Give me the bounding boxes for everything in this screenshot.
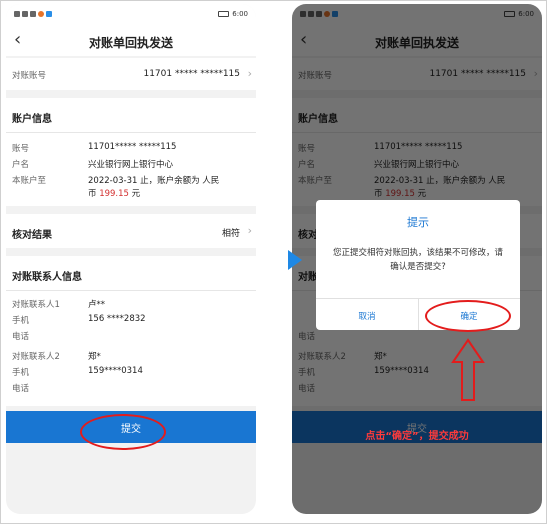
dialog-cancel-button[interactable]: 取消 (316, 310, 418, 322)
info-label-0: 账号 (12, 144, 30, 154)
contacts-title: 对账联系人信息 (12, 272, 82, 283)
instruction-caption: 点击“确定”，提交成功 (365, 431, 469, 442)
contact-value-1: 156 ****2832 (88, 314, 146, 324)
balance-amount: 199.15 (99, 189, 129, 199)
status-right-icons: 6:00 (218, 10, 248, 18)
contact-label-5: 电话 (12, 384, 30, 394)
page-title: 对账单回执发送 (88, 36, 173, 50)
status-bar: 6:00 (6, 4, 256, 26)
chevron-right-icon: › (247, 67, 252, 80)
info-label-1: 户名 (12, 160, 30, 170)
contact-value-0: 卢** (88, 300, 106, 310)
contacts-card: 对账联系人信息 对账联系人1 卢** 手机 156 ****2832 电话 对账… (6, 256, 256, 406)
check-result-label: 核对结果 (12, 230, 52, 241)
account-info-title: 账户信息 (12, 114, 52, 125)
account-row[interactable]: 对账账号 11701 ***** *****115 › (6, 58, 256, 90)
blue-pointer-icon (288, 250, 302, 270)
info-value-2-line2: 币 199.15 元 (88, 189, 141, 199)
check-result-row[interactable]: 核对结果 相符 › (6, 214, 256, 248)
contact-label-0: 对账联系人1 (12, 300, 60, 310)
contact-value-4: 159****0314 (88, 366, 143, 376)
dialog-message: 您正提交相符对账回执，该结果不可修改，请确认是否提交? (332, 248, 503, 272)
info-value-2-line1: 2022-03-31 止，账户余额为 人民 (88, 176, 220, 186)
battery-icon (218, 11, 230, 17)
highlight-ellipse-submit (80, 414, 166, 450)
contact-label-4: 手机 (12, 368, 30, 378)
account-info-card: 账户信息 账号 11701***** *****115 户名 兴业银行网上银行中… (6, 98, 256, 206)
nav-bar: ‹ 对账单回执发送 (6, 26, 256, 56)
account-row-label: 对账账号 (12, 71, 47, 81)
status-time: 6:00 (232, 10, 248, 18)
contact-label-2: 电话 (12, 332, 30, 342)
contact-label-3: 对账联系人2 (12, 352, 60, 362)
info-value-0: 11701***** *****115 (88, 142, 177, 152)
highlight-ellipse-confirm (425, 300, 511, 332)
info-label-2: 本账户至 (12, 176, 47, 186)
status-left-icons (14, 11, 52, 17)
dialog-title: 提示 (407, 216, 429, 229)
account-row-value: 11701 ***** *****115 (143, 69, 240, 79)
contact-label-1: 手机 (12, 316, 30, 326)
up-arrow-icon (451, 338, 485, 401)
contact-value-3: 郑* (88, 352, 101, 362)
check-result-value: 相符 (221, 229, 240, 239)
phone-left: 6:00 ‹ 对账单回执发送 对账账号 11701 ***** *****115… (6, 4, 256, 514)
chevron-right-icon: › (247, 224, 252, 237)
info-value-1: 兴业银行网上银行中心 (88, 160, 174, 170)
